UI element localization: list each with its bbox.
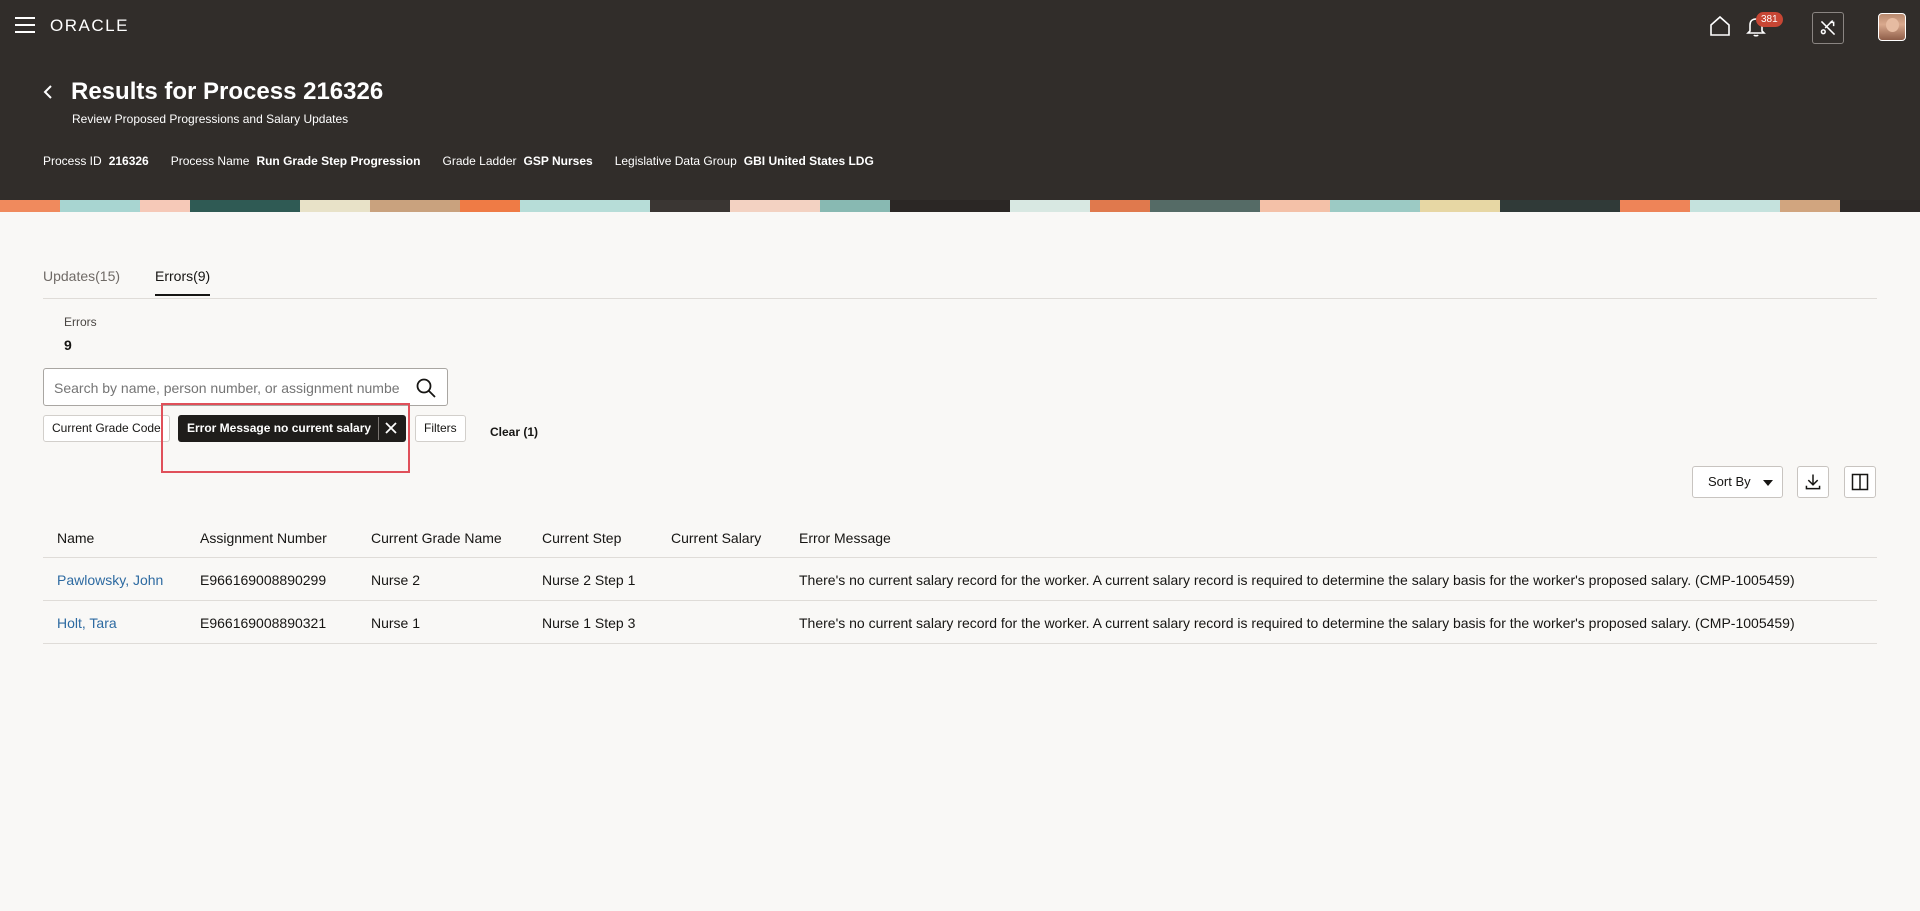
highlight-annotation xyxy=(161,403,410,473)
column-header-assignment[interactable]: Assignment Number xyxy=(200,530,327,546)
current-step: Nurse 1 Step 3 xyxy=(542,615,636,631)
process-meta: Process ID 216326 Process Name Run Grade S… xyxy=(43,154,874,168)
chevron-left-icon[interactable] xyxy=(38,80,58,104)
table-header-row: Name Assignment Number Current Grade Nam… xyxy=(43,520,1877,558)
oracle-logo: ORACLE xyxy=(50,16,129,35)
top-bar: ORACLE 381 xyxy=(0,0,1920,52)
meta-process-name: Process Name Run Grade Step Progression xyxy=(171,154,421,168)
meta-value: 216326 xyxy=(108,154,149,168)
column-header-name[interactable]: Name xyxy=(57,530,94,546)
assignment-number: E966169008890321 xyxy=(200,615,327,631)
tab-bar: Updates(15) Errors(9) xyxy=(43,258,1877,299)
assignment-number: E966169008890299 xyxy=(200,572,327,588)
error-message: There's no current salary record for the… xyxy=(799,615,1795,631)
sort-by-button[interactable]: Sort By xyxy=(1692,466,1783,498)
current-step: Nurse 2 Step 1 xyxy=(542,572,636,588)
download-button[interactable] xyxy=(1797,466,1829,498)
search-input[interactable] xyxy=(54,378,399,398)
meta-value: GSP Nurses xyxy=(523,154,593,168)
hamburger-menu-icon[interactable] xyxy=(15,17,35,34)
meta-process-id: Process ID 216326 xyxy=(43,154,149,168)
chevron-down-icon xyxy=(1763,480,1773,486)
notification-badge: 381 xyxy=(1756,12,1783,27)
meta-label: Legislative Data Group xyxy=(614,154,737,168)
download-icon xyxy=(1805,474,1821,490)
meta-value: GBI United States LDG xyxy=(743,154,874,168)
column-header-grade[interactable]: Current Grade Name xyxy=(371,530,502,546)
column-header-error[interactable]: Error Message xyxy=(799,530,891,546)
meta-label: Grade Ladder xyxy=(442,154,517,168)
home-icon[interactable] xyxy=(1708,14,1732,38)
meta-grade-ladder: Grade Ladder GSP Nurses xyxy=(442,154,592,168)
tab-errors[interactable]: Errors(9) xyxy=(155,268,211,296)
table-row: Holt, Tara E966169008890321 Nurse 1 Nurs… xyxy=(43,601,1877,644)
meta-label: Process ID xyxy=(43,154,102,168)
accessibility-icon[interactable] xyxy=(1812,12,1844,44)
page-title: Results for Process 216326 xyxy=(71,78,384,105)
page-header: ORACLE 381 Results for Process 216326 Re… xyxy=(0,0,1920,212)
meta-value: Run Grade Step Progression xyxy=(256,154,421,168)
worker-name-link[interactable]: Holt, Tara xyxy=(57,615,117,631)
avatar[interactable] xyxy=(1878,13,1906,41)
errors-summary-count: 9 xyxy=(64,337,72,353)
meta-ldg: Legislative Data Group GBI United States … xyxy=(615,154,874,168)
page-subtitle: Review Proposed Progressions and Salary … xyxy=(72,112,349,126)
sort-by-label: Sort By xyxy=(1708,474,1751,489)
search-icon[interactable] xyxy=(415,377,437,399)
clear-filters-link[interactable]: Clear (1) xyxy=(490,425,538,439)
filters-button[interactable]: Filters xyxy=(415,415,466,442)
decorative-banner xyxy=(0,200,1920,212)
table-row: Pawlowsky, John E966169008890299 Nurse 2… xyxy=(43,558,1877,601)
meta-label: Process Name xyxy=(170,154,250,168)
search-box xyxy=(43,368,448,406)
tab-updates[interactable]: Updates(15) xyxy=(43,268,120,294)
errors-summary-label: Errors xyxy=(64,315,97,329)
worker-name-link[interactable]: Pawlowsky, John xyxy=(57,572,163,588)
errors-table: Name Assignment Number Current Grade Nam… xyxy=(43,520,1877,644)
column-header-step[interactable]: Current Step xyxy=(542,530,621,546)
error-message: There's no current salary record for the… xyxy=(799,572,1795,588)
columns-button[interactable] xyxy=(1844,466,1876,498)
filter-chip-grade-code[interactable]: Current Grade Code xyxy=(43,415,170,442)
grade-name: Nurse 2 xyxy=(371,572,421,588)
columns-panel-icon xyxy=(1851,473,1869,491)
grade-name: Nurse 1 xyxy=(371,615,421,631)
column-header-salary[interactable]: Current Salary xyxy=(671,530,761,546)
